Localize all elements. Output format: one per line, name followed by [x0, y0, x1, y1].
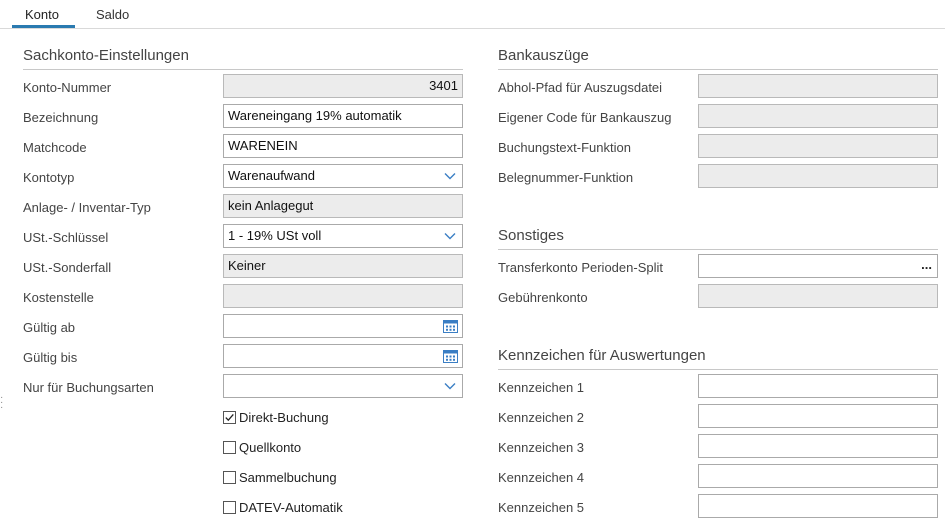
- buchungstext-funktion-field: [698, 134, 938, 158]
- transferkonto-label: Transferkonto Perioden-Split: [498, 260, 663, 275]
- datev-automatik-checkbox[interactable]: [223, 501, 236, 514]
- direkt-buchung-label: Direkt-Buchung: [239, 410, 329, 425]
- anlage-typ-field: kein Anlagegut: [223, 194, 463, 218]
- kennzeichen-1-label: Kennzeichen 1: [498, 380, 585, 395]
- buchungsarten-select[interactable]: [223, 374, 463, 398]
- buchungstext-funktion-label: Buchungstext-Funktion: [498, 140, 631, 155]
- eigener-code-label: Eigener Code für Bankauszug: [498, 110, 672, 125]
- bezeichnung-input[interactable]: Wareneingang 19% automatik: [223, 104, 463, 128]
- sammelbuchung-checkbox[interactable]: [223, 471, 236, 484]
- abhol-pfad-field: [698, 74, 938, 98]
- direkt-buchung-checkbox[interactable]: [223, 411, 236, 424]
- tab-bar: Konto Saldo: [0, 0, 945, 29]
- tab-saldo[interactable]: Saldo: [96, 7, 129, 22]
- sammelbuchung-label: Sammelbuchung: [239, 470, 337, 485]
- browse-button[interactable]: ...: [921, 255, 932, 276]
- kennzeichen-4-label: Kennzeichen 4: [498, 470, 585, 485]
- chevron-down-icon[interactable]: [443, 229, 457, 243]
- kennzeichen-2-label: Kennzeichen 2: [498, 410, 585, 425]
- kennzeichen-4-input[interactable]: [698, 464, 938, 488]
- kennzeichen-2-input[interactable]: [698, 404, 938, 428]
- datev-automatik-label: DATEV-Automatik: [239, 500, 343, 515]
- belegnummer-funktion-label: Belegnummer-Funktion: [498, 170, 634, 185]
- gebuehrenkonto-label: Gebührenkonto: [498, 290, 588, 305]
- kennzeichen-5-input[interactable]: [698, 494, 938, 518]
- quellkonto-checkbox[interactable]: [223, 441, 236, 454]
- konto-nummer-field: 3401: [223, 74, 463, 98]
- chevron-down-icon[interactable]: [443, 379, 457, 393]
- kennzeichen-5-label: Kennzeichen 5: [498, 500, 585, 515]
- gueltig-ab-label: Gültig ab: [23, 320, 76, 335]
- buchungsarten-label: Nur für Buchungsarten: [23, 380, 154, 395]
- kontotyp-label: Kontotyp: [23, 170, 75, 185]
- calendar-icon[interactable]: [443, 349, 458, 363]
- bezeichnung-label: Bezeichnung: [23, 110, 99, 125]
- ust-schluessel-label: USt.-Schlüssel: [23, 230, 109, 245]
- matchcode-label: Matchcode: [23, 140, 87, 155]
- kennzeichen-3-input[interactable]: [698, 434, 938, 458]
- active-tab-indicator: [12, 25, 75, 28]
- section-kennzeichen: Kennzeichen für Auswertungen: [498, 347, 938, 370]
- transferkonto-input[interactable]: ...: [698, 254, 938, 278]
- checkmark-icon: [225, 413, 234, 422]
- kontotyp-value: Warenaufwand: [228, 168, 315, 183]
- gueltig-bis-label: Gültig bis: [23, 350, 78, 365]
- kennzeichen-1-input[interactable]: [698, 374, 938, 398]
- ust-schluessel-select[interactable]: 1 - 19% USt voll: [223, 224, 463, 248]
- ust-schluessel-value: 1 - 19% USt voll: [228, 228, 322, 243]
- section-sonstiges: Sonstiges: [498, 227, 938, 250]
- kostenstelle-field: [223, 284, 463, 308]
- konto-nummer-label: Konto-Nummer: [23, 80, 112, 95]
- kostenstelle-label: Kostenstelle: [23, 290, 94, 305]
- matchcode-input[interactable]: WARENEIN: [223, 134, 463, 158]
- gueltig-bis-input[interactable]: [223, 344, 463, 368]
- belegnummer-funktion-field: [698, 164, 938, 188]
- gebuehrenkonto-field: [698, 284, 938, 308]
- resize-handle[interactable]: · · ·: [0, 393, 4, 415]
- anlage-typ-label: Anlage- / Inventar-Typ: [23, 200, 151, 215]
- section-bankauszuege: Bankauszüge: [498, 47, 938, 70]
- quellkonto-label: Quellkonto: [239, 440, 302, 455]
- eigener-code-field: [698, 104, 938, 128]
- abhol-pfad-label: Abhol-Pfad für Auszugsdatei: [498, 80, 663, 95]
- chevron-down-icon[interactable]: [443, 169, 457, 183]
- kontotyp-select[interactable]: Warenaufwand: [223, 164, 463, 188]
- kennzeichen-3-label: Kennzeichen 3: [498, 440, 585, 455]
- tab-konto[interactable]: Konto: [25, 7, 59, 22]
- ust-sonderfall-label: USt.-Sonderfall: [23, 260, 112, 275]
- ust-sonderfall-field: Keiner: [223, 254, 463, 278]
- calendar-icon[interactable]: [443, 319, 458, 333]
- gueltig-ab-input[interactable]: [223, 314, 463, 338]
- section-sachkonto-einstellungen: Sachkonto-Einstellungen: [23, 47, 463, 70]
